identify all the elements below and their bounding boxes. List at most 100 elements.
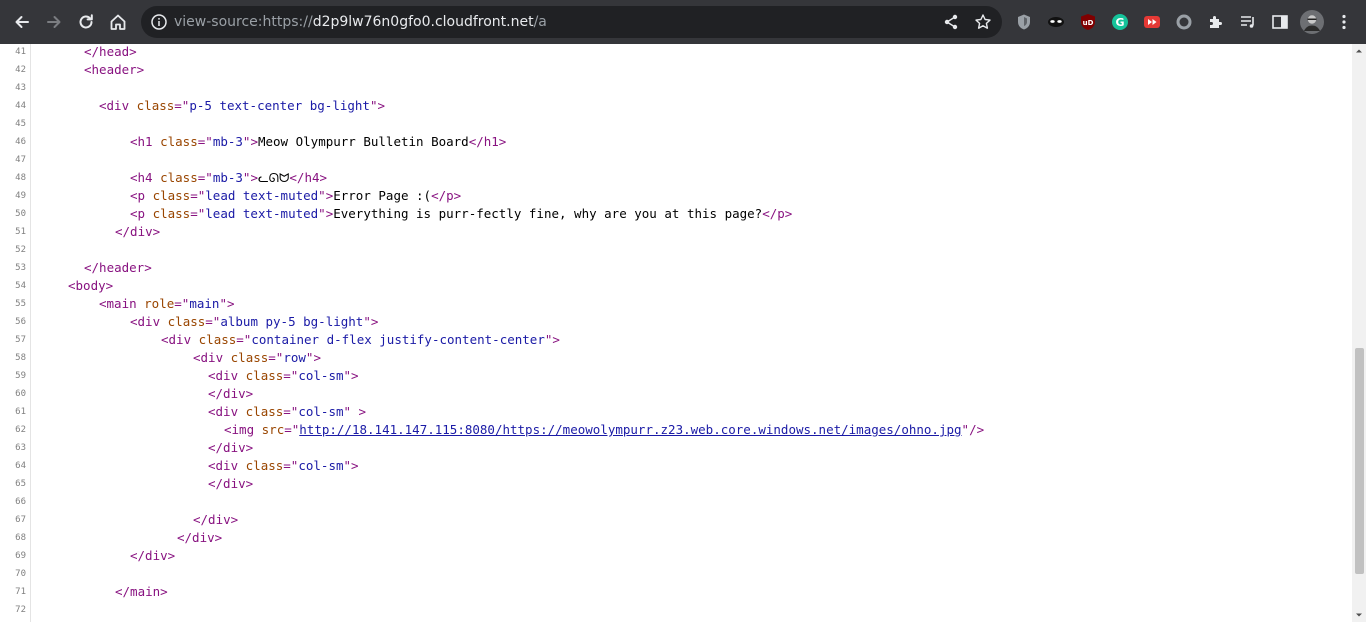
line-number: 48: [15, 173, 26, 183]
html-tag-token: </p>: [431, 188, 462, 203]
source-line: 47: [0, 151, 1352, 169]
url-text[interactable]: view-source:https://d2p9lw76n0gfo0.cloud…: [174, 13, 547, 31]
address-bar[interactable]: view-source:https://d2p9lw76n0gfo0.cloud…: [141, 6, 1002, 38]
line-number: 65: [15, 479, 26, 489]
attribute-name-token: class: [167, 314, 206, 329]
attribute-name-token: class: [136, 98, 175, 113]
line-number: 47: [15, 155, 26, 165]
source-code: </div>: [208, 475, 253, 493]
source-code: </div>: [193, 511, 238, 529]
line-number: 64: [15, 461, 26, 471]
html-tag-token: </h1>: [468, 134, 507, 149]
source-line: 54 <body>: [0, 277, 1352, 295]
attribute-value-token: lead text-muted: [205, 188, 319, 203]
bookmark-star-icon[interactable]: [974, 13, 992, 31]
scroll-down-arrow-icon[interactable]: [1352, 608, 1366, 622]
source-code: <div class="row">: [193, 349, 321, 367]
html-tag-token: ">: [305, 350, 321, 365]
source-code: <div class="p-5 text-center bg-light">: [99, 97, 385, 115]
html-tag-token: ">: [318, 188, 334, 203]
profile-avatar[interactable]: [1300, 10, 1324, 34]
source-line: 53 </header>: [0, 259, 1352, 277]
html-tag-token: "/>: [961, 422, 985, 437]
reload-button[interactable]: [70, 6, 102, 38]
circle-extension-icon[interactable]: [1173, 11, 1195, 33]
back-button[interactable]: [6, 6, 38, 38]
attribute-value-token: mb-3: [212, 134, 243, 149]
svg-text:uD: uD: [1083, 19, 1094, 27]
html-tag-token: <body>: [68, 278, 114, 293]
source-code: <p class="lead text-muted">Everything is…: [130, 205, 792, 223]
source-code: <div class="album py-5 bg-light">: [130, 313, 378, 331]
html-tag-token: " >: [343, 404, 367, 419]
html-tag-token: =": [283, 404, 299, 419]
source-code: <header>: [84, 61, 144, 79]
attribute-value-token: lead text-muted: [205, 206, 319, 221]
line-number: 46: [15, 137, 26, 147]
html-tag-token: =": [283, 458, 299, 473]
line-number: 53: [15, 263, 26, 273]
html-tag-token: =": [190, 188, 206, 203]
attribute-value-token: main: [189, 296, 220, 311]
home-button[interactable]: [102, 6, 134, 38]
html-tag-token: </div>: [208, 386, 254, 401]
kebab-menu-icon[interactable]: [1333, 11, 1355, 33]
side-panel-icon[interactable]: [1269, 11, 1291, 33]
html-tag-token: ">: [369, 98, 386, 113]
mask-extension-icon[interactable]: [1045, 11, 1067, 33]
scrollbar-thumb[interactable]: [1355, 348, 1364, 574]
scroll-up-arrow-icon[interactable]: [1352, 44, 1366, 58]
html-tag-token: </p>: [762, 206, 793, 221]
forward-button[interactable]: [38, 6, 70, 38]
source-code: </div>: [115, 223, 160, 241]
html-tag-token: ">: [242, 134, 258, 149]
grammarly-icon[interactable]: G: [1109, 11, 1131, 33]
line-number: 67: [15, 515, 26, 525]
attribute-name-token: class: [160, 170, 198, 185]
share-icon[interactable]: [942, 13, 960, 31]
line-number: 69: [15, 551, 26, 561]
html-tag-token: <h4: [130, 170, 161, 185]
source-line: 43: [0, 79, 1352, 97]
site-info-icon[interactable]: [150, 13, 168, 31]
reading-list-icon[interactable]: [1237, 11, 1259, 33]
source-line: 45: [0, 115, 1352, 133]
back-arrow-icon: [15, 16, 29, 28]
puzzle-extensions-icon[interactable]: [1205, 11, 1227, 33]
html-tag-token: =": [174, 98, 190, 113]
source-code: <div class="container d-flex justify-con…: [161, 331, 560, 349]
line-number: 66: [15, 497, 26, 507]
line-number: 62: [15, 425, 26, 435]
line-number: 56: [15, 317, 26, 327]
line-number: 71: [15, 587, 26, 597]
html-tag-token: <div: [130, 314, 168, 329]
line-number: 54: [15, 281, 26, 291]
url-scheme: view-source:https://: [174, 14, 313, 30]
source-line: 49 <p class="lead text-muted">Error Page …: [0, 187, 1352, 205]
html-tag-token: <main: [99, 296, 145, 311]
html-tag-token: <p: [130, 206, 153, 221]
html-tag-token: </h4>: [289, 170, 328, 185]
source-code: <main role="main">: [99, 295, 235, 313]
source-line: 62 <img src="http://18.141.147.115:8080/h…: [0, 421, 1352, 439]
video-speed-icon[interactable]: [1141, 11, 1163, 33]
text-content-token: Everything is purr-fectly fine, why are …: [333, 206, 763, 221]
line-number: 57: [15, 335, 26, 345]
shield-extension-icon[interactable]: [1013, 11, 1035, 33]
source-line: 67 </div>: [0, 511, 1352, 529]
source-line: 64 <div class="col-sm">: [0, 457, 1352, 475]
ublock-origin-icon[interactable]: uD: [1077, 11, 1099, 33]
line-number: 44: [15, 101, 26, 111]
html-tag-token: ">: [219, 296, 235, 311]
source-link[interactable]: http://18.141.147.115:8080/https://meowo…: [299, 422, 961, 437]
attribute-name-token: class: [160, 134, 198, 149]
html-tag-token: =": [197, 134, 213, 149]
line-number: 63: [15, 443, 26, 453]
attribute-name-token: role: [144, 296, 175, 311]
attribute-name-token: class: [245, 458, 284, 473]
source-line: 63 </div>: [0, 439, 1352, 457]
source-line: 69 </div>: [0, 547, 1352, 565]
vertical-scrollbar[interactable]: [1352, 44, 1366, 622]
source-code: <h1 class="mb-3">Meow Olympurr Bulletin …: [130, 133, 506, 151]
html-tag-token: =": [284, 422, 300, 437]
